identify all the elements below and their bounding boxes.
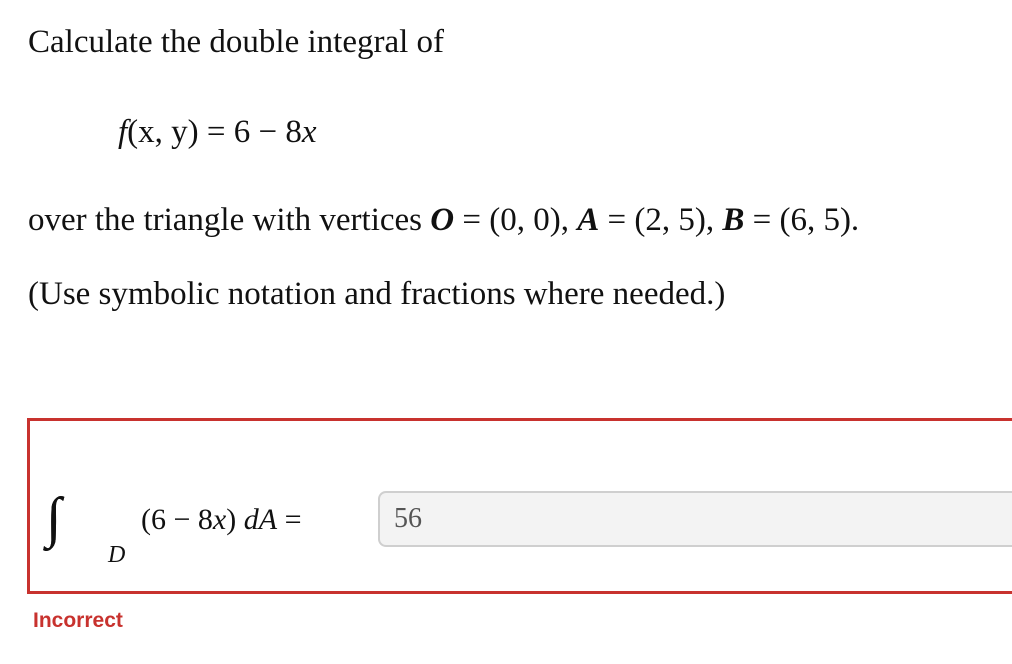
double-integral-expression: ∫∫ D (6 − 8x) dA = (46, 483, 376, 573)
vertex-b-value: = (6, 5). (752, 202, 860, 238)
vertices-lead-text: over the triangle with vertices (28, 202, 423, 238)
triangle-vertices: over the triangle with vertices O = (0, … (28, 200, 859, 240)
vertex-o-value: = (0, 0), (462, 202, 569, 238)
status-message: Incorrect (33, 609, 123, 632)
function-rhs-constant: 6 − (233, 114, 278, 150)
vertex-a-value: = (2, 5), (607, 202, 715, 238)
function-rhs-variable: x (301, 114, 317, 150)
function-args: (x, y) (127, 114, 199, 150)
integral-region-label: D (108, 542, 126, 568)
question-note: (Use symbolic notation and fractions whe… (28, 276, 726, 312)
integrand-variable: x (212, 503, 227, 536)
vertex-a-name: A (577, 202, 600, 238)
integrand-close: ) (226, 503, 237, 536)
integral-equals: = (284, 503, 302, 536)
function-name: f (118, 114, 128, 150)
integrand-open: (6 − 8 (141, 503, 213, 536)
answer-box: ∫∫ D (6 − 8x) dA = (27, 418, 1012, 594)
function-equals: = (206, 114, 226, 150)
vertex-o-name: O (430, 202, 455, 238)
integrand: (6 − 8x) dA = (141, 501, 302, 539)
question-prompt: Calculate the double integral of (28, 24, 445, 60)
integral-differential: dA (243, 503, 278, 536)
function-definition: f(x, y) = 6 − 8x (118, 112, 317, 152)
vertex-b-name: B (722, 202, 745, 238)
answer-input[interactable] (378, 491, 1012, 547)
double-integral-sign: ∫∫ (46, 487, 64, 549)
function-rhs-coefficient: 8 (285, 114, 302, 150)
